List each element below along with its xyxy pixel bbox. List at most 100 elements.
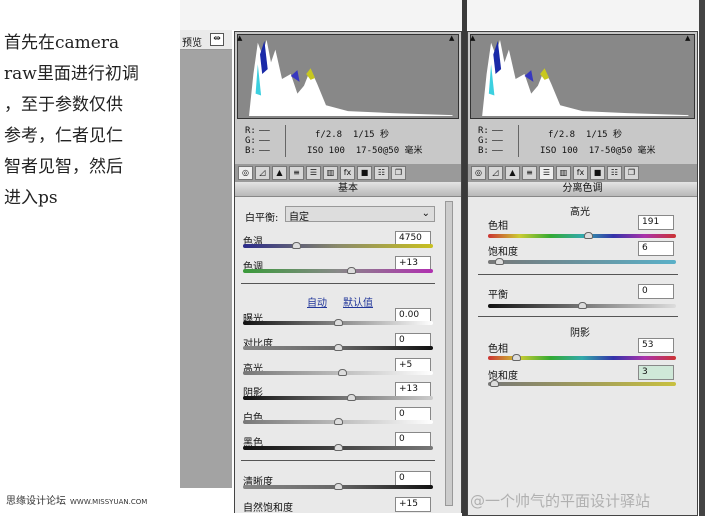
panel-tab-icon-0[interactable]: ◎ — [238, 166, 253, 180]
shadow-clipping-icon[interactable]: ▲ — [470, 34, 475, 42]
slider-track[interactable] — [488, 232, 676, 239]
slider-thumb[interactable] — [334, 483, 343, 490]
slider-thumb[interactable] — [334, 418, 343, 425]
rgb-label-b: B: — [478, 146, 489, 156]
panel-tab-icon-7[interactable]: ■ — [357, 166, 372, 180]
panel-tab-icon-4[interactable]: ☰ — [306, 166, 321, 180]
rgb-value-r: —— — [259, 126, 270, 136]
rgb-label-g: G: — [245, 136, 256, 146]
watermark-weibo: @一个帅气的平面设计驿站 — [470, 492, 651, 510]
panel-tab-icon-6[interactable]: fx — [573, 166, 588, 180]
shadow-clipping-icon[interactable]: ▲ — [237, 34, 242, 42]
slider-value-input[interactable]: 6 — [638, 241, 674, 256]
panel-tab-icon-1[interactable]: ◿ — [255, 166, 270, 180]
slider-label: 色相 — [488, 221, 508, 232]
slider-value-input[interactable]: 53 — [638, 338, 674, 353]
slider-track[interactable] — [488, 302, 676, 309]
panel-tab-icon-7[interactable]: ■ — [590, 166, 605, 180]
camera-raw-panel-basic: ▲ ▲ R: —— G: —— B: —— f/2.8 1/15 秒 ISO 100 17-50@… — [234, 31, 462, 514]
rgb-value-b: —— — [259, 146, 270, 156]
auto-link[interactable]: 自动 — [307, 294, 327, 309]
panel-tab-icon-4[interactable]: ☰ — [539, 166, 554, 180]
basic-content: 白平衡: 自定 ⌄ 色温 4750 色调 +13 曝光 0.00 对比度 0 高光 +5 阴影 +13 白色 0… — [235, 197, 461, 514]
white-balance-label: 白平衡: — [245, 213, 279, 224]
preview-toggle-icon[interactable]: ⇹ — [210, 33, 224, 46]
slider-thumb[interactable] — [495, 258, 505, 265]
panel-tab-icon-5[interactable]: ▥ — [323, 166, 338, 180]
exposure-info: f/2.8 1/15 秒 — [548, 130, 623, 140]
highlight-clipping-icon[interactable]: ▲ — [449, 34, 454, 42]
slider-track[interactable] — [243, 418, 433, 425]
rgb-value-g: —— — [259, 136, 270, 146]
slider-track[interactable] — [243, 344, 433, 351]
default-link[interactable]: 默认值 — [343, 294, 373, 309]
image-info: R: —— G: —— B: —— f/2.8 1/15 秒 ISO 100 17-50@50… — [237, 121, 459, 163]
intro-line: 进入ps — [4, 188, 58, 208]
background-strip — [699, 0, 705, 516]
slider-track[interactable] — [243, 444, 433, 451]
slider-thumb[interactable] — [512, 354, 522, 361]
slider-label: 自然饱和度 — [243, 503, 293, 514]
slider-track[interactable] — [488, 258, 676, 265]
preview-bar: 预览 ⇹ — [180, 30, 232, 50]
slider-thumb[interactable] — [334, 344, 343, 351]
highlight-clipping-icon[interactable]: ▲ — [685, 34, 690, 42]
watermark-site-name: 思缘设计论坛 — [6, 496, 66, 507]
panel-tab-icon-3[interactable]: ≡ — [289, 166, 304, 180]
slider-track[interactable] — [243, 483, 433, 490]
slider-thumb[interactable] — [334, 444, 343, 451]
panel-tab-icon-9[interactable]: ❐ — [391, 166, 406, 180]
slider-thumb[interactable] — [292, 242, 302, 249]
rgb-label-g: G: — [478, 136, 489, 146]
slider-value-input[interactable]: +13 — [395, 382, 431, 397]
histogram — [470, 34, 695, 119]
slider-label: 平衡 — [488, 290, 508, 301]
watermark-site: 思缘设计论坛 WWW.MISSYUAN.COM — [6, 492, 147, 507]
panel-tab-icon-1[interactable]: ◿ — [488, 166, 503, 180]
slider-thumb[interactable] — [489, 380, 499, 387]
slider-track[interactable] — [243, 242, 433, 249]
slider-track[interactable] — [243, 369, 433, 376]
panel-tabs: ◎ ◿ ▲ ≡ ☰ ▥ fx ■ ☷ ❐ — [235, 164, 461, 182]
panel-tab-icon-5[interactable]: ▥ — [556, 166, 571, 180]
slider-label: 饱和度 — [488, 247, 518, 258]
slider-value-input[interactable]: 0 — [395, 471, 431, 486]
slider-thumb[interactable] — [347, 394, 357, 401]
exposure-info: f/2.8 1/15 秒 — [315, 130, 390, 140]
slider-track[interactable] — [488, 380, 676, 387]
scrollbar[interactable] — [445, 201, 453, 506]
rgb-label-r: R: — [478, 126, 489, 136]
camera-raw-panel-split-toning: ▲ ▲ R: —— G: —— B: —— f/2.8 1/15 秒 ISO 100 17-50@… — [467, 31, 698, 516]
panel-tab-icon-6[interactable]: fx — [340, 166, 355, 180]
shadows-heading: 阴影 — [570, 328, 590, 339]
slider-track[interactable] — [243, 319, 433, 326]
slider-thumb[interactable] — [334, 319, 343, 326]
slider-value-input[interactable]: 0 — [638, 284, 674, 299]
panel-tab-icon-0[interactable]: ◎ — [471, 166, 486, 180]
slider-value-input[interactable]: 0 — [395, 432, 431, 447]
panel-tab-icon-8[interactable]: ☷ — [607, 166, 622, 180]
histogram — [237, 34, 459, 119]
white-balance-value: 自定 — [289, 212, 309, 223]
slider-thumb[interactable] — [337, 369, 347, 376]
iso-lens-info: ISO 100 17-50@50 毫米 — [540, 146, 656, 156]
slider-track[interactable] — [488, 354, 676, 361]
slider-thumb[interactable] — [578, 302, 587, 309]
panel-tab-icon-2[interactable]: ▲ — [505, 166, 520, 180]
slider-track[interactable] — [243, 267, 433, 274]
slider-thumb[interactable] — [583, 232, 593, 239]
intro-line: 首先在camera — [4, 33, 120, 53]
rgb-label-b: B: — [245, 146, 256, 156]
slider-value-input[interactable]: 191 — [638, 215, 674, 230]
slider-value-input[interactable]: 3 — [638, 365, 674, 380]
panel-tab-icon-2[interactable]: ▲ — [272, 166, 287, 180]
panel-title: 基本 — [235, 182, 461, 197]
panel-tab-icon-9[interactable]: ❐ — [624, 166, 639, 180]
slider-value-input[interactable]: +15 — [395, 497, 431, 512]
slider-thumb[interactable] — [347, 267, 357, 274]
slider-track[interactable] — [243, 394, 433, 401]
panel-tab-icon-3[interactable]: ≡ — [522, 166, 537, 180]
white-balance-select[interactable]: 自定 ⌄ — [285, 206, 435, 223]
panel-tabs: ◎ ◿ ▲ ≡ ☰ ▥ fx ■ ☷ ❐ — [468, 164, 697, 182]
panel-tab-icon-8[interactable]: ☷ — [374, 166, 389, 180]
